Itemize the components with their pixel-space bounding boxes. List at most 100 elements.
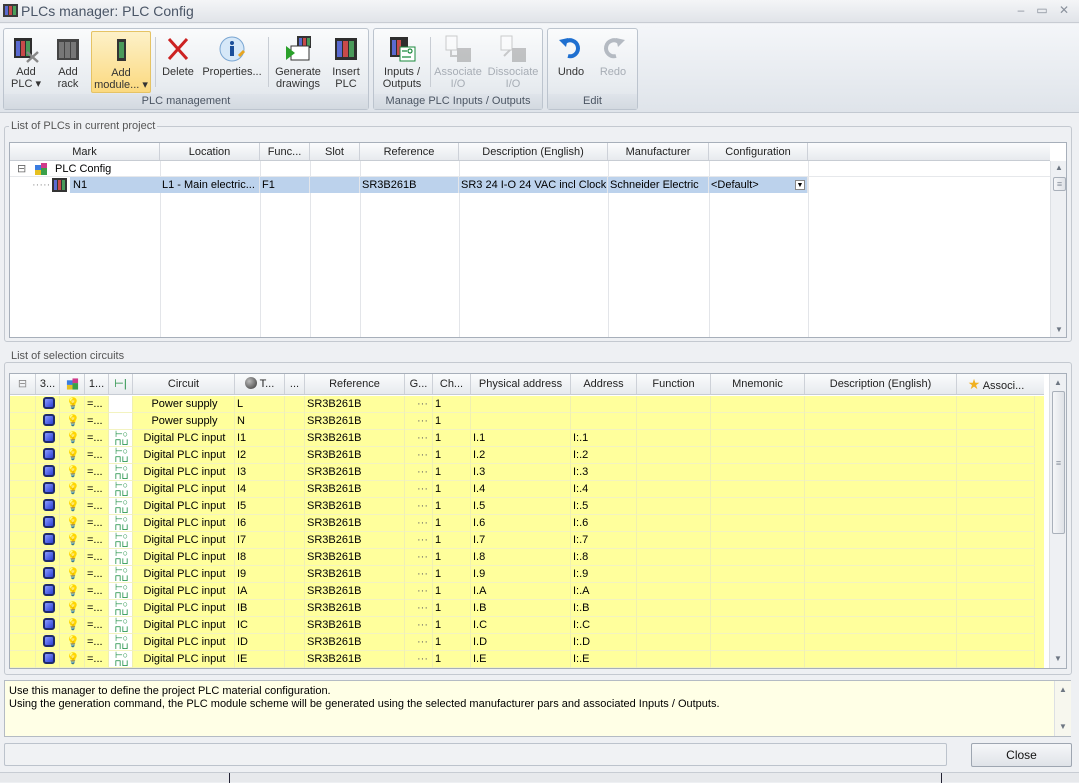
checkbox-icon[interactable] — [42, 550, 55, 563]
undo-button[interactable]: Undo — [551, 31, 591, 93]
scroll-down-icon[interactable]: ▼ — [1050, 652, 1066, 666]
col-mnemonic[interactable]: Mnemonic — [711, 374, 805, 394]
col-io[interactable]: ⊢| — [109, 374, 133, 394]
col-1[interactable]: 1... — [85, 374, 109, 394]
eq-cell: =... — [85, 634, 109, 651]
circuit-row[interactable]: 💡 =... ⊢○ ⊓⊔ Digital PLC input I3 SR3B261B ··· 1… — [10, 464, 1044, 481]
tree-root-label: PLC Config — [55, 163, 112, 175]
maximize-button[interactable]: ▭ — [1033, 3, 1051, 18]
col-row-header[interactable]: ⊟ — [10, 374, 36, 394]
scroll-down-icon[interactable]: ▼ — [1051, 323, 1066, 337]
add-plc-button[interactable]: Add PLC ▾ — [6, 31, 46, 93]
chevron-down-icon[interactable]: ▼ — [795, 180, 805, 190]
col-g[interactable]: G... — [405, 374, 433, 394]
col-configuration[interactable]: Configuration — [709, 143, 808, 160]
checkbox-icon[interactable] — [42, 618, 55, 631]
col-reference[interactable]: Reference — [305, 374, 405, 394]
col-circuit[interactable]: Circuit — [133, 374, 235, 394]
inputs-outputs-button[interactable]: Inputs / Outputs — [376, 31, 428, 93]
io-icon-cell: ⊢○ ⊓⊔ — [109, 498, 133, 515]
checkbox-icon[interactable] — [42, 567, 55, 580]
scroll-up-icon[interactable]: ▲ — [1051, 161, 1066, 175]
scroll-thumb[interactable]: ≡ — [1053, 177, 1066, 191]
col-function[interactable]: Func... — [260, 143, 310, 160]
insert-plc-button[interactable]: Insert PLC — [326, 31, 366, 93]
checkbox-icon[interactable] — [42, 448, 55, 461]
circuit-row[interactable]: 💡 =... ⊢○ ⊓⊔ Digital PLC input I4 SR3B261B ··· 1… — [10, 481, 1044, 498]
redo-button[interactable]: Redo — [593, 31, 633, 93]
col-color[interactable] — [60, 374, 85, 394]
circuit-row[interactable]: 💡 =... ⊢○ ⊓⊔ Digital PLC input IC SR3B261B ··· 1… — [10, 617, 1044, 634]
col-associated[interactable]: ★ Associ... — [957, 374, 1035, 394]
plc-mark: N1 — [70, 177, 160, 193]
add-rack-button[interactable]: Add rack — [48, 31, 88, 93]
checkbox-icon[interactable] — [42, 652, 55, 665]
close-button[interactable]: Close — [971, 743, 1072, 767]
configuration-dropdown[interactable]: <Default> ▼ — [709, 177, 808, 193]
checkbox-icon[interactable] — [42, 414, 55, 427]
checkbox-icon[interactable] — [42, 516, 55, 529]
associate-io-button[interactable]: Associate I/O — [432, 31, 484, 93]
circuit-row[interactable]: 💡 =... ⊢○ ⊓⊔ Digital PLC input I8 SR3B261B ··· 1… — [10, 549, 1044, 566]
checkbox-icon[interactable] — [42, 584, 55, 597]
associated-cell — [957, 600, 1035, 617]
col-physical-address[interactable]: Physical address — [471, 374, 571, 394]
circuit-row[interactable]: 💡 =... ⊢○ ⊓⊔ Digital PLC input I6 SR3B261B ··· 1… — [10, 515, 1044, 532]
col-terminal[interactable]: T... — [235, 374, 285, 394]
checkbox-icon[interactable] — [42, 465, 55, 478]
scroll-thumb[interactable]: ≡ — [1052, 391, 1065, 534]
row-header-cell — [10, 430, 36, 447]
col-reference[interactable]: Reference — [360, 143, 459, 160]
minimize-button[interactable]: – — [1012, 3, 1030, 18]
scroll-up-icon[interactable]: ▲ — [1050, 376, 1066, 390]
col-description[interactable]: Description (English) — [459, 143, 608, 160]
selection-checkbox — [36, 583, 60, 600]
tree-root-row[interactable]: ⊟ PLC Config — [10, 161, 1050, 177]
circuit-row[interactable]: 💡 =... ⊢○ ⊓⊔ Digital PLC input ID SR3B261B ··· 1… — [10, 634, 1044, 651]
circuit-row[interactable]: 💡 =... Power supply N SR3B261B ··· 1 — [10, 413, 1044, 430]
circuit-row[interactable]: 💡 =... ⊢○ ⊓⊔ Digital PLC input IB SR3B261B ··· 1… — [10, 600, 1044, 617]
col-function[interactable]: Function — [637, 374, 711, 394]
col-3[interactable]: 3... — [36, 374, 60, 394]
scroll-up-icon[interactable]: ▲ — [1055, 683, 1071, 697]
checkbox-icon[interactable] — [42, 482, 55, 495]
col-channel[interactable]: Ch... — [433, 374, 471, 394]
generate-drawings-button[interactable]: Generate drawings — [272, 31, 324, 93]
dissociate-io-button[interactable]: Dissociate I/O — [486, 31, 540, 93]
col-address[interactable]: Address — [571, 374, 637, 394]
circuit-row[interactable]: 💡 =... ⊢○ ⊓⊔ Digital PLC input IA SR3B261B ··· 1… — [10, 583, 1044, 600]
info-scrollbar[interactable]: ▲ ▼ — [1054, 681, 1071, 736]
col-slot[interactable]: Slot — [310, 143, 360, 160]
circuit-row[interactable]: 💡 =... ⊢○ ⊓⊔ Digital PLC input I7 SR3B261B ··· 1… — [10, 532, 1044, 549]
col-mark[interactable]: Mark — [10, 143, 160, 160]
checkbox-icon[interactable] — [42, 533, 55, 546]
collapse-expander[interactable]: ⊟ — [17, 161, 26, 177]
plc-row[interactable]: ····· N1 L1 - Main electric... F1 SR3B26… — [10, 177, 1050, 193]
scroll-down-icon[interactable]: ▼ — [1055, 720, 1071, 734]
properties-button[interactable]: Properties... — [199, 31, 265, 93]
circuit-row[interactable]: 💡 =... Power supply L SR3B261B ··· 1 — [10, 396, 1044, 413]
circuit-row[interactable]: 💡 =... ⊢○ ⊓⊔ Digital PLC input I5 SR3B261B ··· 1… — [10, 498, 1044, 515]
checkbox-icon[interactable] — [42, 601, 55, 614]
add-module-button[interactable]: Add module... ▾ — [91, 31, 151, 93]
function-cell — [637, 600, 711, 617]
checkbox-icon[interactable] — [42, 635, 55, 648]
circuit-row[interactable]: 💡 =... ⊢○ ⊓⊔ Digital PLC input I1 SR3B261B ··· 1… — [10, 430, 1044, 447]
checkbox-icon[interactable] — [42, 499, 55, 512]
checkbox-icon[interactable] — [42, 397, 55, 410]
circuits-scrollbar[interactable]: ▲ ≡ ▼ — [1049, 374, 1066, 668]
circuit-row[interactable]: 💡 =... ⊢○ ⊓⊔ Digital PLC input IE SR3B261B ··· 1… — [10, 651, 1044, 668]
close-window-button[interactable]: ✕ — [1055, 3, 1073, 18]
circuit-row[interactable]: 💡 =... ⊢○ ⊓⊔ Digital PLC input I9 SR3B261B ··· 1… — [10, 566, 1044, 583]
group-edit: Undo Redo Edit — [547, 28, 638, 110]
checkbox-icon[interactable] — [42, 431, 55, 444]
col-extra[interactable]: ... — [285, 374, 305, 394]
eq-cell: =... — [85, 583, 109, 600]
col-location[interactable]: Location — [160, 143, 260, 160]
circuit-row[interactable]: 💡 =... ⊢○ ⊓⊔ Digital PLC input I2 SR3B261B ··· 1… — [10, 447, 1044, 464]
col-manufacturer[interactable]: Manufacturer — [608, 143, 709, 160]
delete-button[interactable]: Delete — [159, 31, 197, 93]
plc-list-scrollbar[interactable]: ▲ ≡ ▼ — [1050, 161, 1066, 337]
reference-cell: SR3B261B — [305, 464, 405, 481]
col-description[interactable]: Description (English) — [805, 374, 957, 394]
